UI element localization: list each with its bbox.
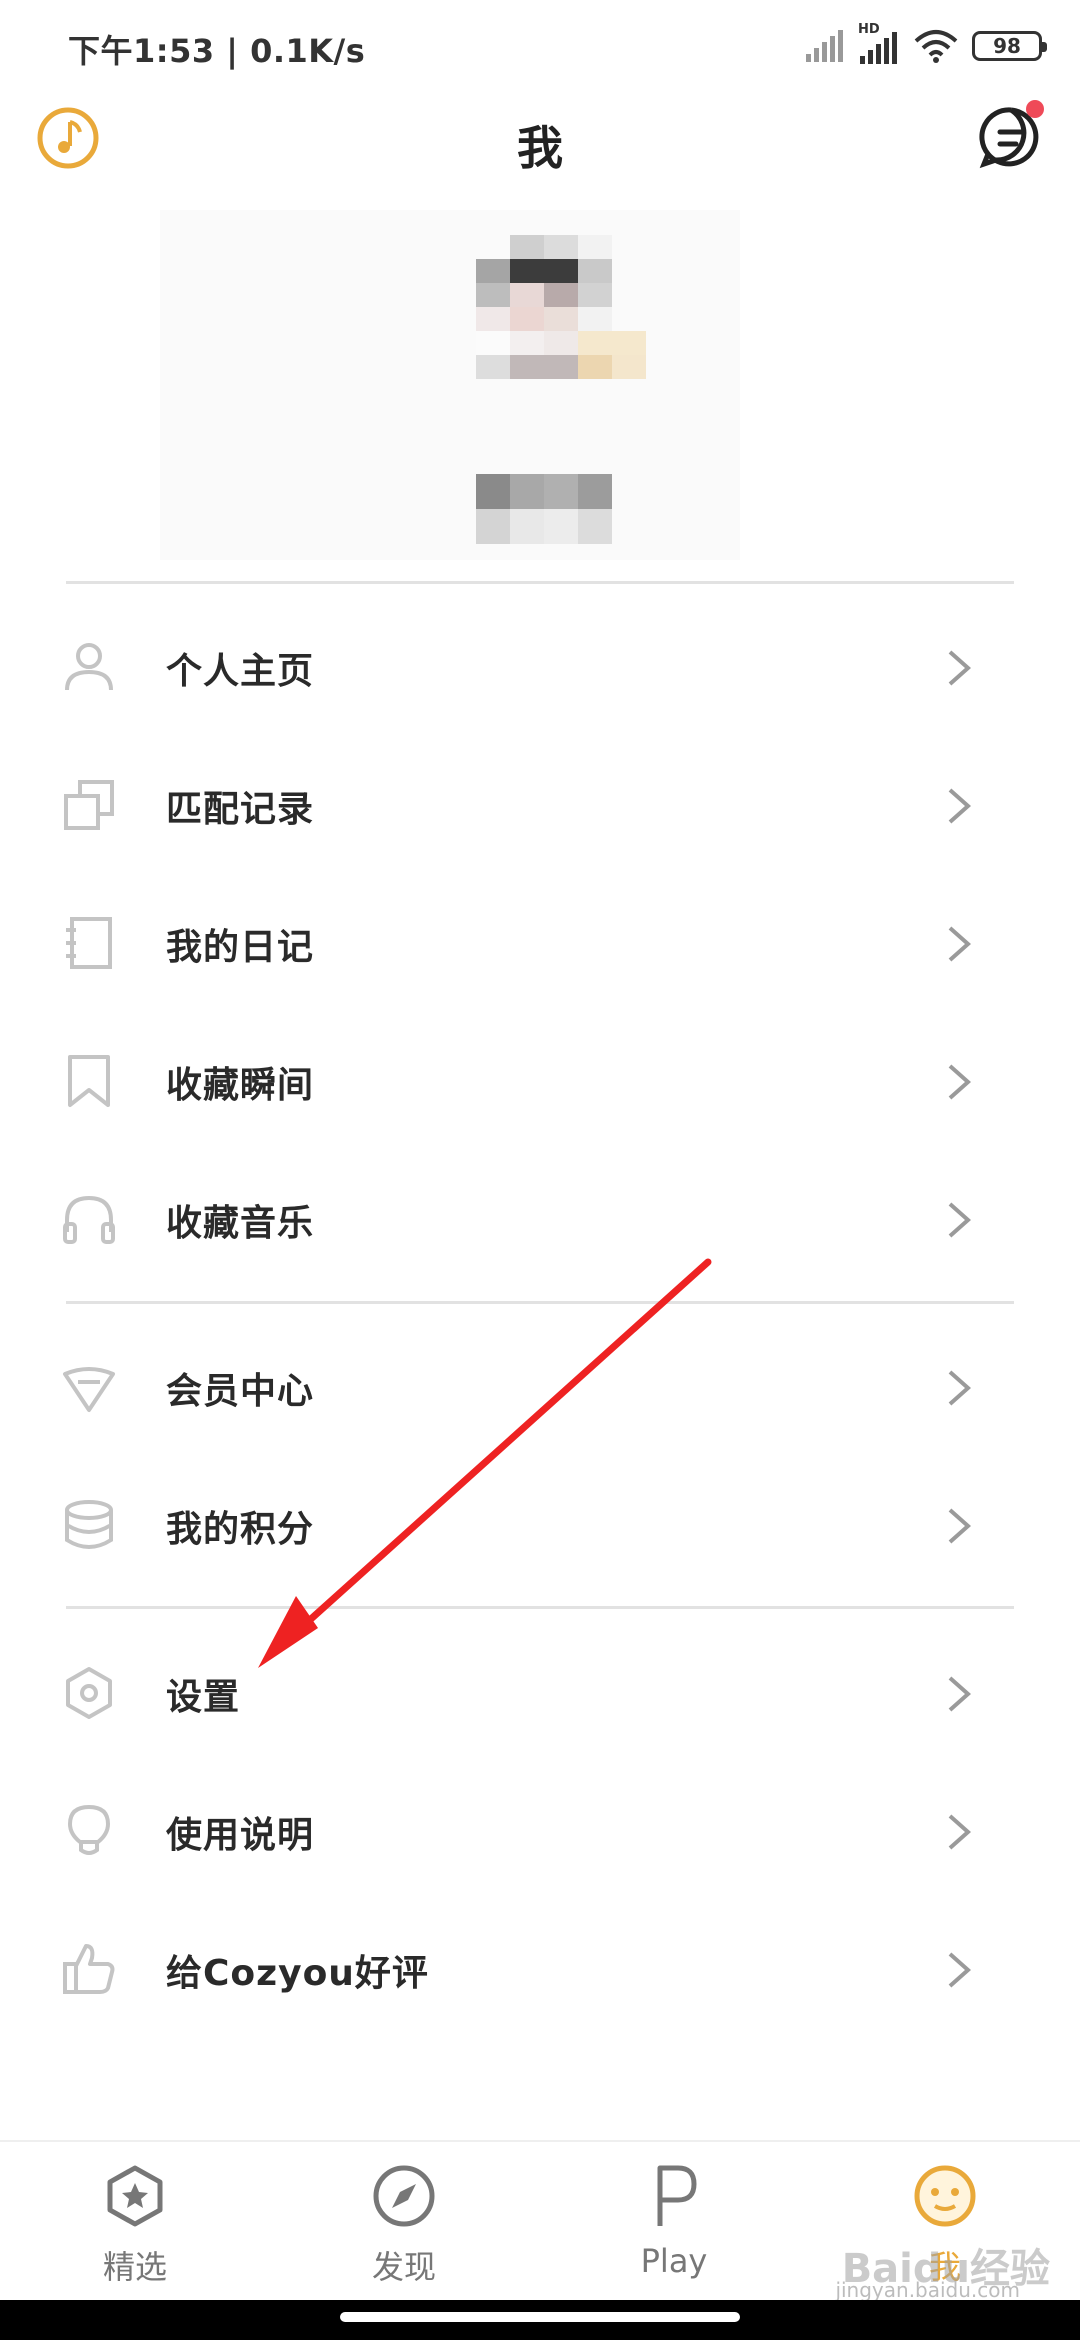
signal-icon [806, 30, 843, 62]
menu-item-rate-app[interactable]: 给Cozyou好评 [0, 1904, 1080, 2034]
menu-label: 我的积分 [166, 1509, 315, 1550]
menu-item-saved-moments[interactable]: 收藏瞬间 [0, 1016, 1080, 1146]
bookmark-icon [68, 1055, 110, 1107]
nickname-blurred [476, 474, 612, 544]
menu-label: 我的日记 [166, 927, 315, 968]
menu-item-membership[interactable]: 会员中心 [0, 1322, 1080, 1452]
tab-label: Play [640, 2242, 708, 2280]
settings-icon [66, 1667, 112, 1719]
smiley-icon [914, 2165, 976, 2227]
profile-background [160, 210, 740, 560]
status-icons: HD 98 [804, 22, 1047, 68]
menu-item-instructions[interactable]: 使用说明 [0, 1766, 1080, 1896]
divider [66, 581, 1014, 584]
menu-label: 给Cozyou好评 [166, 1953, 429, 1994]
tab-label: 发现 [371, 2248, 436, 2286]
menu-label: 设置 [166, 1677, 241, 1718]
tab-discover[interactable]: 发现 [304, 2142, 504, 2302]
chevron-right-icon [948, 1370, 972, 1406]
chevron-right-icon [948, 788, 972, 824]
menu-label: 会员中心 [166, 1371, 315, 1412]
menu-item-points[interactable]: 我的积分 [0, 1460, 1080, 1590]
battery-indicator: 98 [972, 31, 1047, 61]
chevron-right-icon [948, 1676, 972, 1712]
menu-item-settings[interactable]: 设置 [0, 1628, 1080, 1758]
divider [66, 1301, 1014, 1304]
lightbulb-icon [68, 1805, 110, 1855]
chevron-right-icon [948, 650, 972, 686]
p-letter-icon [657, 2165, 697, 2226]
notebook-icon [66, 917, 112, 969]
coins-icon [65, 1500, 113, 1549]
menu-item-profile[interactable]: 个人主页 [0, 602, 1080, 732]
page-title: 我 [517, 121, 563, 175]
chevron-right-icon [948, 1202, 972, 1238]
status-time: 下午1:53 | 0.1K/s [68, 32, 366, 70]
hd-signal-icon: HD [858, 22, 900, 66]
menu-label: 收藏瞬间 [166, 1065, 315, 1106]
thumbs-up-icon [63, 1944, 115, 1994]
match-record-icon [64, 780, 114, 830]
star-badge-icon [107, 2165, 163, 2227]
chevron-right-icon [948, 1952, 972, 1988]
menu-label: 使用说明 [166, 1815, 315, 1856]
menu-item-diary[interactable]: 我的日记 [0, 878, 1080, 1008]
profile-section[interactable] [0, 210, 1080, 570]
watermark-url: jingyan.baidu.com [835, 2278, 1020, 2302]
tab-label: 精选 [102, 2248, 167, 2286]
tab-featured[interactable]: 精选 [35, 2142, 235, 2302]
menu-label: 匹配记录 [166, 789, 315, 830]
header: 我 [0, 90, 1080, 190]
chevron-right-icon [948, 1064, 972, 1100]
chevron-right-icon [948, 926, 972, 962]
home-indicator[interactable] [340, 2312, 740, 2322]
menu-item-saved-music[interactable]: 收藏音乐 [0, 1154, 1080, 1284]
avatar[interactable] [476, 235, 646, 440]
chevron-right-icon [948, 1508, 972, 1544]
tab-play[interactable]: Play [574, 2142, 774, 2302]
menu-label: 收藏音乐 [166, 1203, 315, 1244]
notification-dot [1026, 100, 1044, 118]
diamond-icon [63, 1367, 115, 1412]
status-bar: 下午1:53 | 0.1K/s HD 98 [0, 0, 1080, 90]
compass-icon [373, 2165, 435, 2227]
headphones-icon [63, 1195, 115, 1244]
menu-item-match-record[interactable]: 匹配记录 [0, 740, 1080, 870]
person-icon [65, 643, 113, 691]
divider [66, 1606, 1014, 1609]
wifi-icon [914, 30, 958, 63]
menu-label: 个人主页 [166, 651, 315, 692]
chevron-right-icon [948, 1814, 972, 1850]
